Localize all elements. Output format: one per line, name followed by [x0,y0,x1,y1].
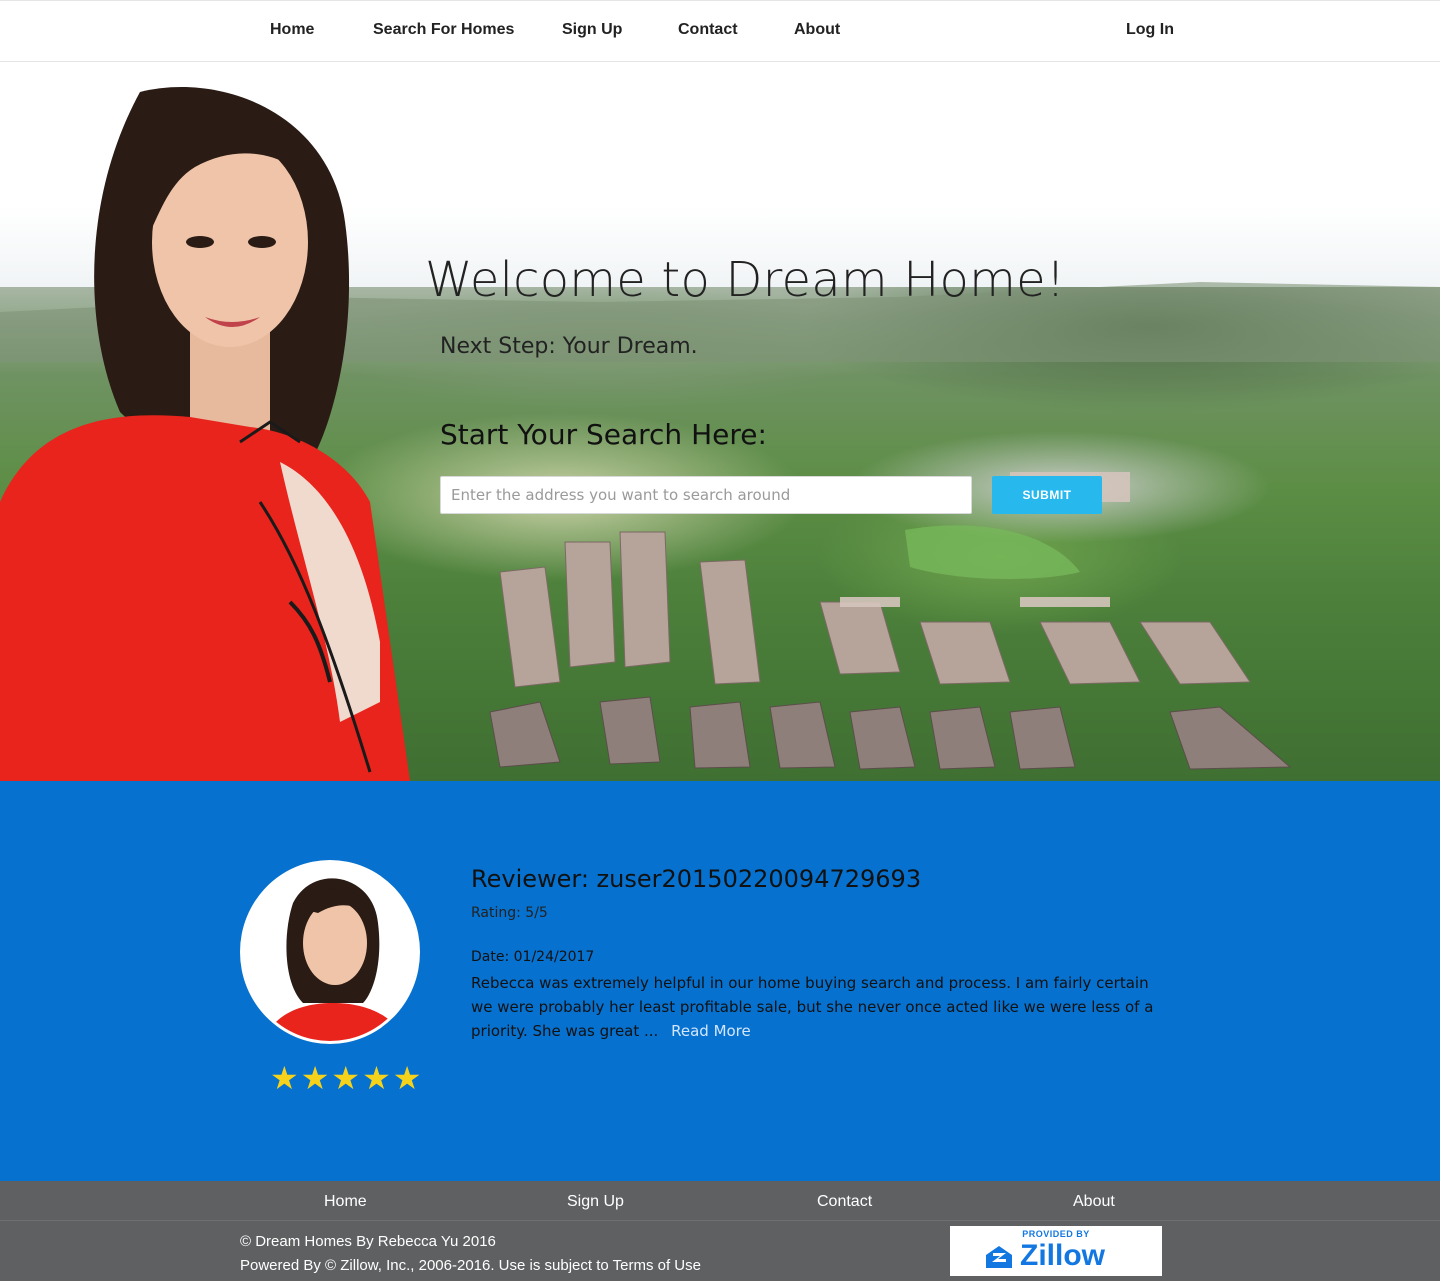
hero-title: Welcome to Dream Home! [425,252,1066,308]
zillow-wordmark: Zillow [1020,1239,1105,1272]
footer-contact-link[interactable]: Contact [817,1193,872,1211]
reviewer-avatar [240,860,420,1044]
rating-stars: ★★★★★ [270,1060,424,1096]
footer: Home Sign Up Contact About © Dream Homes… [0,1181,1440,1281]
footer-home-link[interactable]: Home [324,1193,367,1211]
zillow-provided-label: PROVIDED BY [1022,1229,1090,1239]
review-section: ★★★★★ Reviewer: zuser20150220094729693 R… [0,781,1440,1181]
zillow-logo-icon [986,1246,1012,1268]
submit-button[interactable]: SUBMIT [992,476,1102,514]
zillow-badge[interactable]: PROVIDED BY Zillow [950,1226,1162,1276]
read-more-link[interactable]: Read More [671,1022,751,1040]
footer-nav: Home Sign Up Contact About [0,1181,1440,1221]
search-label: Start Your Search Here: [440,418,767,451]
agent-avatar-image [243,863,417,1041]
footer-signup-link[interactable]: Sign Up [567,1193,624,1211]
top-navbar: Home Search For Homes Sign Up Contact Ab… [0,0,1440,62]
nav-signup-link[interactable]: Sign Up [562,21,622,39]
footer-about-link[interactable]: About [1073,1193,1115,1211]
footer-powered-by: Powered By © Zillow, Inc., 2006-2016. Us… [240,1257,701,1274]
review-date: Date: 01/24/2017 [471,949,595,965]
nav-about-link[interactable]: About [794,21,840,39]
nav-home-link[interactable]: Home [270,21,314,39]
review-body: Rebecca was extremely helpful in our hom… [471,974,1154,1040]
address-search-input[interactable] [440,476,972,514]
review-rating: Rating: 5/5 [471,905,548,921]
footer-copyright: © Dream Homes By Rebecca Yu 2016 [240,1233,496,1250]
review-text: Rebecca was extremely helpful in our hom… [471,971,1171,1043]
agent-portrait-image [0,87,410,781]
review-title: Reviewer: zuser20150220094729693 [471,865,922,893]
hero-subtitle: Next Step: Your Dream. [440,334,698,359]
nav-contact-link[interactable]: Contact [678,21,738,39]
nav-search-homes-link[interactable]: Search For Homes [373,21,514,39]
nav-login-link[interactable]: Log In [1126,21,1174,39]
